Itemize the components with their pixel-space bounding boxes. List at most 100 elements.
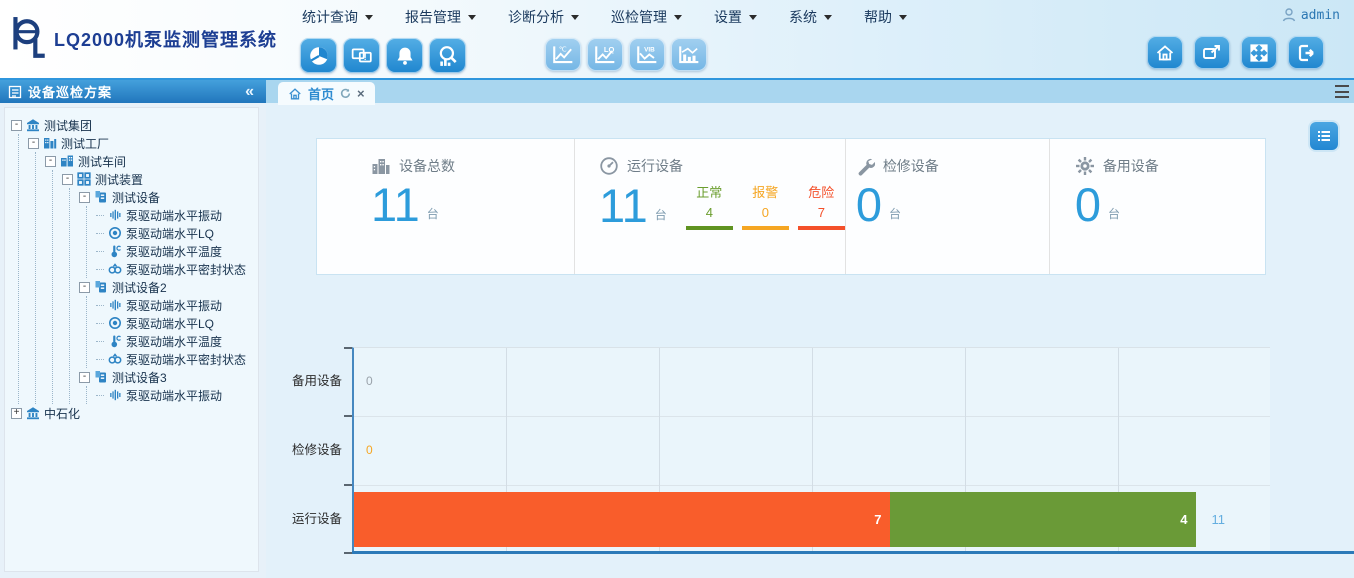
tree-item-device2[interactable]: 测试设备2 [79, 278, 254, 296]
menu-diagnosis[interactable]: 诊断分析 [508, 7, 579, 27]
tree-item-measure-lq[interactable]: 泵驱动端水平LQ [96, 224, 254, 242]
tree-item-unit[interactable]: 测试装置 [62, 170, 254, 188]
search-stat-button[interactable] [429, 38, 466, 73]
chevron-down-icon [674, 15, 682, 20]
vib-trend-button[interactable]: VIB [629, 38, 665, 71]
buildings-icon [371, 157, 391, 176]
tree-label: 测试设备3 [112, 369, 167, 386]
tab-close-icon[interactable]: × [357, 87, 365, 100]
sidebar: 测试集团 测试工厂 测试车间 测试装置 [0, 103, 266, 578]
tree-item-measure-vibration[interactable]: 泵驱动端水平振动 [96, 386, 254, 404]
menu-stat-query[interactable]: 统计查询 [302, 7, 373, 27]
sidebar-collapse-button[interactable]: « [245, 83, 258, 101]
device-status-chart: 备用设备 检修设备 运行设备 0 0 7 4 11 [280, 347, 1354, 557]
tree-item-device[interactable]: 测试设备 [79, 188, 254, 206]
collapse-expander-icon[interactable] [11, 120, 22, 131]
tab-home[interactable]: 首页 × [278, 82, 375, 105]
tree-item-device3[interactable]: 测试设备3 [79, 368, 254, 386]
tab-strip: 首页 × [266, 78, 1354, 103]
menu-inspection[interactable]: 巡检管理 [611, 7, 682, 27]
chevron-down-icon [749, 15, 757, 20]
collapse-expander-icon[interactable] [62, 174, 73, 185]
card-value: 0 [1075, 180, 1101, 229]
app-header: LQ2000机泵监测管理系统 统计查询 报告管理 诊断分析 巡检管理 设置 系统… [0, 0, 1354, 78]
vibration-icon [108, 208, 122, 222]
tree-item-factory[interactable]: 测试工厂 [28, 134, 254, 152]
vib-trend-icon: VIB [635, 44, 659, 65]
device-tree: 测试集团 测试工厂 测试车间 测试装置 [4, 107, 259, 572]
app-title: LQ2000机泵监测管理系统 [54, 26, 277, 52]
menu-report[interactable]: 报告管理 [405, 7, 476, 27]
gauge-icon [599, 156, 619, 176]
screens-alert-icon: ! [351, 46, 373, 66]
temp-trend-button[interactable]: ℃ [545, 38, 581, 71]
home-button[interactable] [1147, 36, 1183, 69]
temp-trend-icon: ℃ [551, 44, 575, 65]
tree-item-measure-vibration[interactable]: 泵驱动端水平振动 [96, 296, 254, 314]
svg-text:LQ: LQ [604, 45, 615, 54]
running-stacked-bar: 7 4 11 [354, 492, 1225, 547]
open-window-button[interactable] [1194, 36, 1230, 69]
menu-help[interactable]: 帮助 [864, 7, 907, 27]
tree-label: 测试装置 [95, 171, 143, 188]
lq-gauge-icon [108, 316, 122, 330]
tree-item-measure-vibration[interactable]: 泵驱动端水平振动 [96, 206, 254, 224]
card-title: 检修设备 [883, 156, 939, 176]
card-unit: 台 [1108, 205, 1120, 229]
seal-status-icon [108, 352, 122, 366]
monitor-alarm-button[interactable]: ! [343, 38, 380, 73]
histogram-button[interactable] [671, 38, 707, 71]
device-icon [94, 280, 108, 294]
collapse-expander-icon[interactable] [79, 372, 90, 383]
tree-item-measure-temperature[interactable]: 泵驱动端水平温度 [96, 332, 254, 350]
fullscreen-button[interactable] [1241, 36, 1277, 69]
tree-item-measure-seal[interactable]: 泵驱动端水平密封状态 [96, 260, 254, 278]
breakdown-normal: 正常 4 [686, 182, 733, 230]
expand-expander-icon[interactable] [11, 408, 22, 419]
collapse-expander-icon[interactable] [28, 138, 39, 149]
lq-trend-button[interactable]: LQ [587, 38, 623, 71]
toolbar-left: ! [300, 38, 466, 73]
collapse-expander-icon[interactable] [79, 282, 90, 293]
legend-toggle-button[interactable] [1310, 122, 1338, 150]
menu-system[interactable]: 系统 [789, 7, 832, 27]
tree-label: 泵驱动端水平LQ [126, 225, 214, 242]
tree-label: 泵驱动端水平振动 [126, 207, 222, 224]
app-logo: LQ2000机泵监测管理系统 [10, 16, 277, 62]
user-menu[interactable]: admin [1281, 7, 1340, 23]
svg-text:℃: ℃ [559, 47, 567, 54]
search-stats-icon [437, 45, 459, 67]
collapse-expander-icon[interactable] [45, 156, 56, 167]
refresh-icon[interactable] [340, 88, 351, 99]
tree-connector [96, 395, 104, 396]
collapse-expander-icon[interactable] [79, 192, 90, 203]
logout-button[interactable] [1288, 36, 1324, 69]
tree-label: 泵驱动端水平温度 [126, 333, 222, 350]
normal-bar [686, 226, 733, 230]
tab-home-label: 首页 [308, 84, 334, 103]
tree-item-measure-temperature[interactable]: 泵驱动端水平温度 [96, 242, 254, 260]
tree-item-measure-seal[interactable]: 泵驱动端水平密封状态 [96, 350, 254, 368]
tree-label: 泵驱动端水平密封状态 [126, 261, 246, 278]
tree-connector [96, 341, 104, 342]
pie-stat-button[interactable] [300, 38, 337, 73]
tree-connector [96, 269, 104, 270]
tree-item-group[interactable]: 测试集团 [11, 116, 254, 134]
chart-category-label: 检修设备 [280, 416, 342, 485]
card-unit: 台 [427, 205, 439, 229]
menu-settings[interactable]: 设置 [714, 7, 757, 27]
chart-value-maintenance: 0 [366, 416, 396, 485]
vibration-icon [108, 298, 122, 312]
alarm-bar [742, 226, 789, 230]
chevron-down-icon [571, 15, 579, 20]
alarm-button[interactable] [386, 38, 423, 73]
tab-list-menu-icon[interactable] [1335, 85, 1349, 98]
chevron-down-icon [365, 15, 373, 20]
unit-icon [77, 172, 91, 186]
tree-label: 测试集团 [44, 117, 92, 134]
tree-label: 中石化 [44, 405, 80, 422]
axis-tick [344, 484, 352, 486]
tree-item-sinopec[interactable]: 中石化 [11, 404, 254, 422]
tree-item-workshop[interactable]: 测试车间 [45, 152, 254, 170]
tree-item-measure-lq[interactable]: 泵驱动端水平LQ [96, 314, 254, 332]
